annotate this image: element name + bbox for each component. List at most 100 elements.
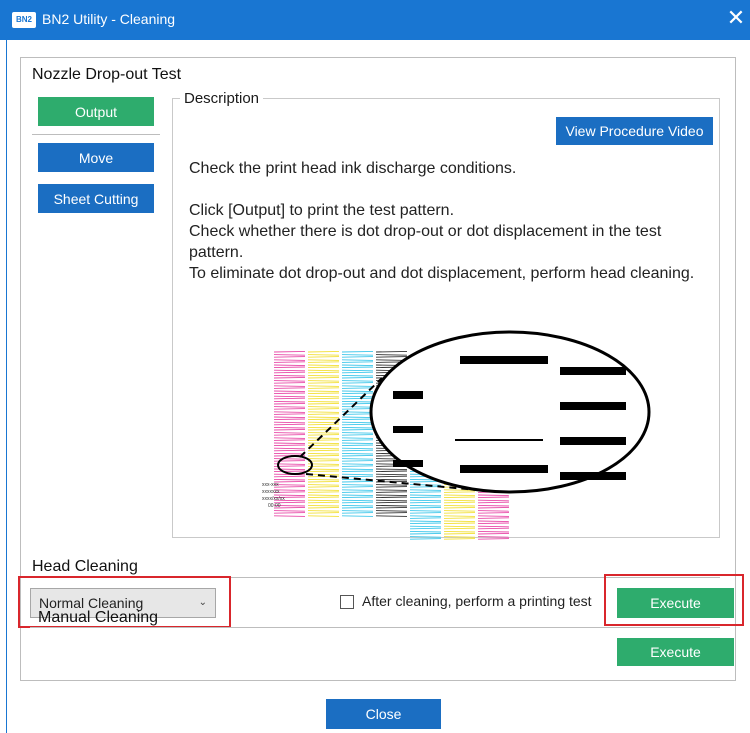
pattern-stripe-line (273, 510, 306, 512)
pattern-stripe-line (273, 364, 306, 367)
pattern-stripe-line (273, 475, 306, 478)
pattern-stripe-line (273, 458, 306, 460)
printing-test-checkbox[interactable] (340, 595, 354, 609)
pattern-stripe-line (273, 406, 306, 408)
pattern-stripe-line (375, 510, 408, 512)
pattern-stripe-line (341, 350, 374, 353)
pattern-stripe-line (307, 468, 340, 471)
pattern-stripe-line (477, 522, 510, 525)
title-bar: BN2 BN2 Utility - Cleaning ✕ (0, 0, 750, 40)
pattern-stripe-line (409, 527, 442, 530)
pattern-stripe-line (375, 354, 408, 356)
pattern-stripe-line (375, 468, 408, 471)
pattern-stripe-line (477, 515, 510, 517)
pattern-stripe-line (409, 515, 442, 517)
app-logo-icon: BN2 (12, 12, 36, 28)
pattern-stripe-line (443, 525, 476, 528)
pattern-stripe-line (307, 380, 340, 382)
pattern-stripe-line (273, 470, 306, 473)
pattern-stripe-line (273, 371, 306, 374)
pattern-stripe-line (307, 392, 340, 395)
pattern-stripe-line (375, 494, 408, 497)
pattern-stripe-line (273, 350, 306, 353)
pattern-stripe-line (273, 390, 306, 393)
view-procedure-video-button[interactable]: View Procedure Video (556, 117, 713, 145)
pattern-stripe-line (307, 426, 340, 429)
pattern-stripe-line (375, 470, 408, 473)
sheet-cutting-button[interactable]: Sheet Cutting (38, 184, 154, 213)
pattern-stripe-line (307, 359, 340, 361)
pattern-stripe-line (273, 385, 306, 387)
pattern-stripe-line (307, 366, 340, 369)
pattern-stripe-line (273, 423, 306, 426)
pattern-stripe-line (477, 527, 510, 530)
pattern-stripe-line (307, 504, 340, 507)
pattern-stripe-line (341, 454, 374, 457)
pattern-stripe-line (273, 402, 306, 405)
window-title: BN2 Utility - Cleaning (42, 11, 176, 27)
close-window-icon[interactable]: ✕ (724, 6, 748, 30)
pattern-stripe-line (375, 478, 408, 481)
pattern-stripe-line (273, 408, 306, 410)
pattern-stripe-line (307, 418, 340, 421)
pattern-stripe-line (341, 437, 374, 439)
manual-cleaning-execute-button[interactable]: Execute (617, 638, 734, 666)
pattern-stripe-line (273, 447, 306, 450)
close-button[interactable]: Close (326, 699, 441, 729)
pattern-stripe-line (341, 447, 374, 450)
pattern-stripe-line (443, 501, 476, 504)
pattern-stripe-line (375, 499, 408, 502)
pattern-stripe-line (409, 480, 442, 483)
pattern-stripe-line (307, 480, 340, 483)
pattern-stripe-line (307, 364, 340, 367)
pattern-stripe-line (443, 520, 476, 523)
pattern-stripe-line (307, 428, 340, 431)
pattern-stripe-line (409, 489, 442, 491)
pattern-stripe-line (409, 520, 442, 523)
pattern-stripe-line (273, 421, 306, 424)
pattern-stripe-line (443, 517, 476, 519)
pattern-stripe-line (341, 499, 374, 502)
pattern-stripe-line (273, 361, 306, 363)
pattern-stripe-line (375, 515, 408, 517)
pattern-stripe-line (307, 452, 340, 455)
pattern-stripe-line (409, 525, 442, 528)
pattern-stripe-line (307, 390, 340, 393)
pattern-stripe-line (273, 416, 306, 419)
pattern-stripe-line (375, 501, 408, 504)
nozzle-test-title: Nozzle Drop-out Test (32, 66, 182, 83)
pattern-stripe-line (307, 354, 340, 356)
output-button[interactable]: Output (38, 97, 154, 126)
pattern-stripe-line (375, 356, 408, 358)
move-button[interactable]: Move (38, 143, 154, 172)
pattern-stripe-line (477, 501, 510, 504)
pattern-stripe-line (341, 387, 374, 389)
pattern-stripe-line (341, 390, 374, 393)
manual-cleaning-title: Manual Cleaning (38, 609, 159, 626)
pattern-stripe-line (307, 506, 340, 509)
pattern-stripe-line (341, 465, 374, 467)
pattern-stripe-line (307, 356, 340, 358)
pattern-stripe-line (443, 504, 476, 507)
pattern-stripe-line (409, 536, 442, 538)
pattern-stripe-line (307, 385, 340, 387)
pattern-stripe-line (409, 499, 442, 502)
pattern-stripe-line (307, 400, 340, 403)
pattern-stripe-line (307, 489, 340, 491)
description-paragraph-1: Check the print head ink discharge condi… (189, 160, 517, 177)
pattern-stripe-line (273, 397, 306, 400)
pattern-stripe-line (341, 385, 374, 387)
pattern-stripe-line (273, 439, 306, 441)
pattern-stripe-line (307, 510, 340, 512)
pattern-stripe-line (341, 515, 374, 517)
pattern-stripe-line (307, 439, 340, 441)
pattern-stripe-line (273, 449, 306, 452)
pattern-stripe-line (341, 439, 374, 441)
pattern-stripe-line (477, 496, 510, 499)
test-pattern-caption: xxx-xxx xxxxxxx xxxx/xx/xx 00:00 (262, 482, 285, 509)
pattern-stripe-line (307, 376, 340, 379)
pattern-stripe-line (273, 442, 306, 445)
pattern-stripe-line (307, 369, 340, 372)
description-legend: Description (180, 90, 264, 107)
pattern-stripe-line (341, 506, 374, 509)
